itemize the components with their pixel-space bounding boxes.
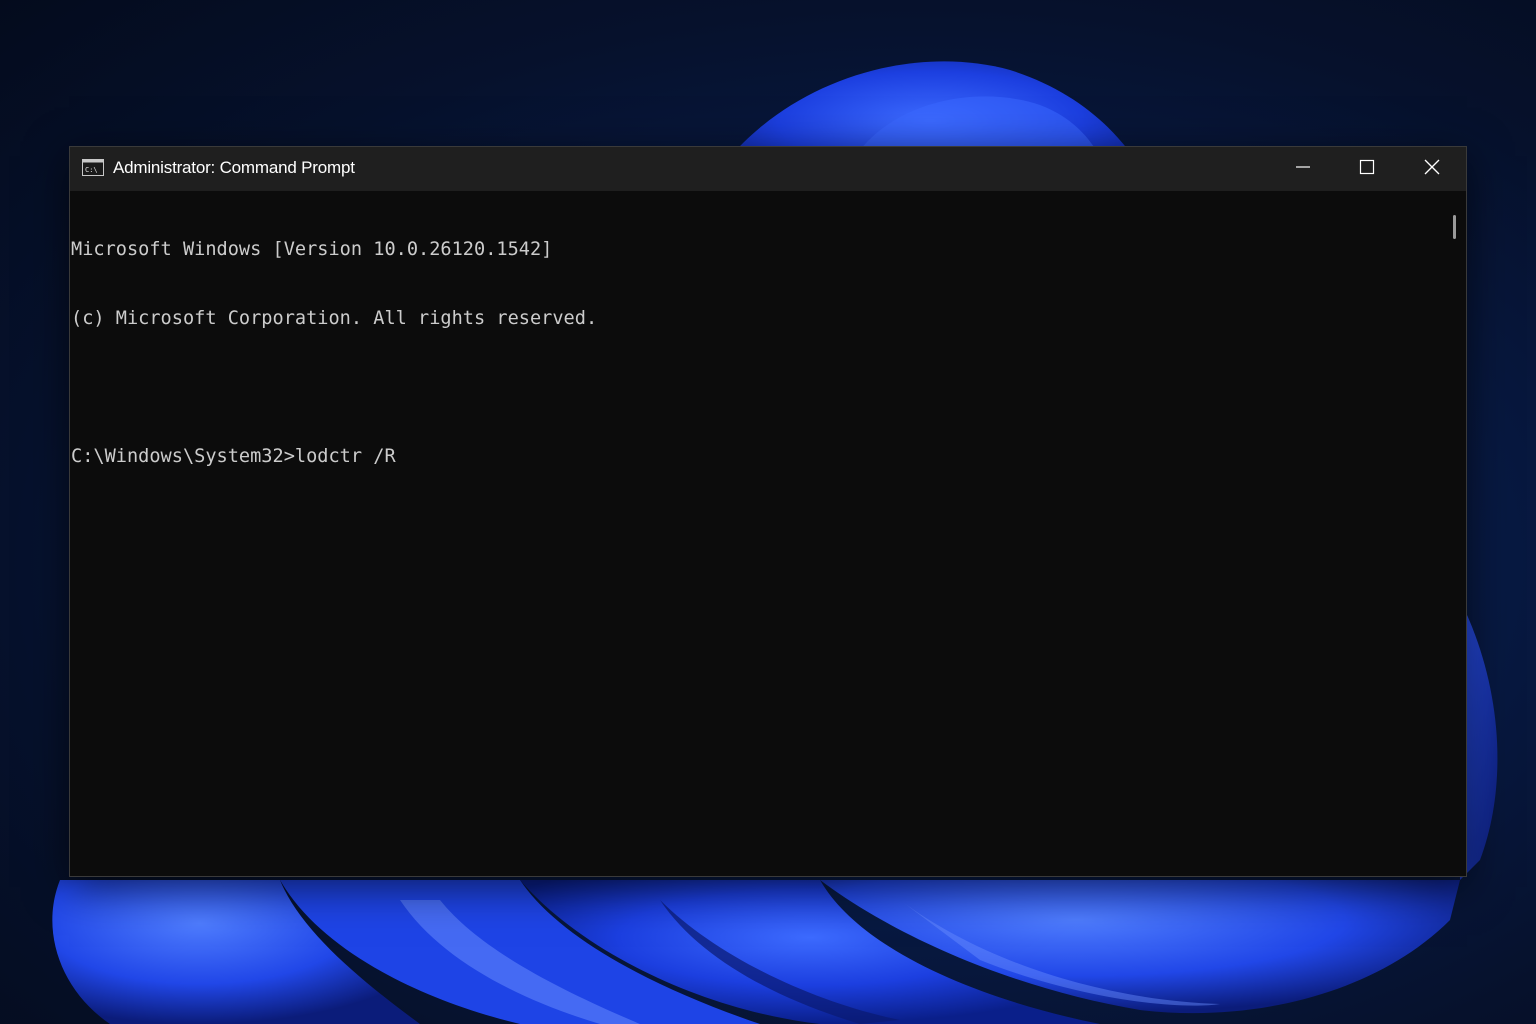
- minimize-button[interactable]: [1272, 147, 1334, 191]
- console-line: (c) Microsoft Corporation. All rights re…: [71, 308, 598, 329]
- cmd-icon: C:\: [82, 159, 104, 176]
- command-line[interactable]: C:\Windows\System32>lodctr /R: [71, 445, 1440, 468]
- command-prompt-window[interactable]: C:\ Administrator: Command Prompt Micros…: [69, 146, 1467, 877]
- minimize-icon: [1295, 159, 1311, 179]
- maximize-button[interactable]: [1336, 147, 1398, 191]
- svg-text:C:\: C:\: [85, 166, 98, 174]
- vertical-scrollbar[interactable]: [1442, 191, 1466, 876]
- title-bar[interactable]: C:\ Administrator: Command Prompt: [70, 147, 1466, 191]
- scrollbar-thumb[interactable]: [1453, 215, 1456, 239]
- maximize-icon: [1359, 159, 1375, 179]
- close-button[interactable]: [1401, 147, 1463, 191]
- window-title: Administrator: Command Prompt: [113, 158, 355, 177]
- close-icon: [1424, 159, 1440, 179]
- console-line: Microsoft Windows [Version 10.0.26120.15…: [71, 239, 553, 260]
- console-output[interactable]: Microsoft Windows [Version 10.0.26120.15…: [70, 191, 1440, 876]
